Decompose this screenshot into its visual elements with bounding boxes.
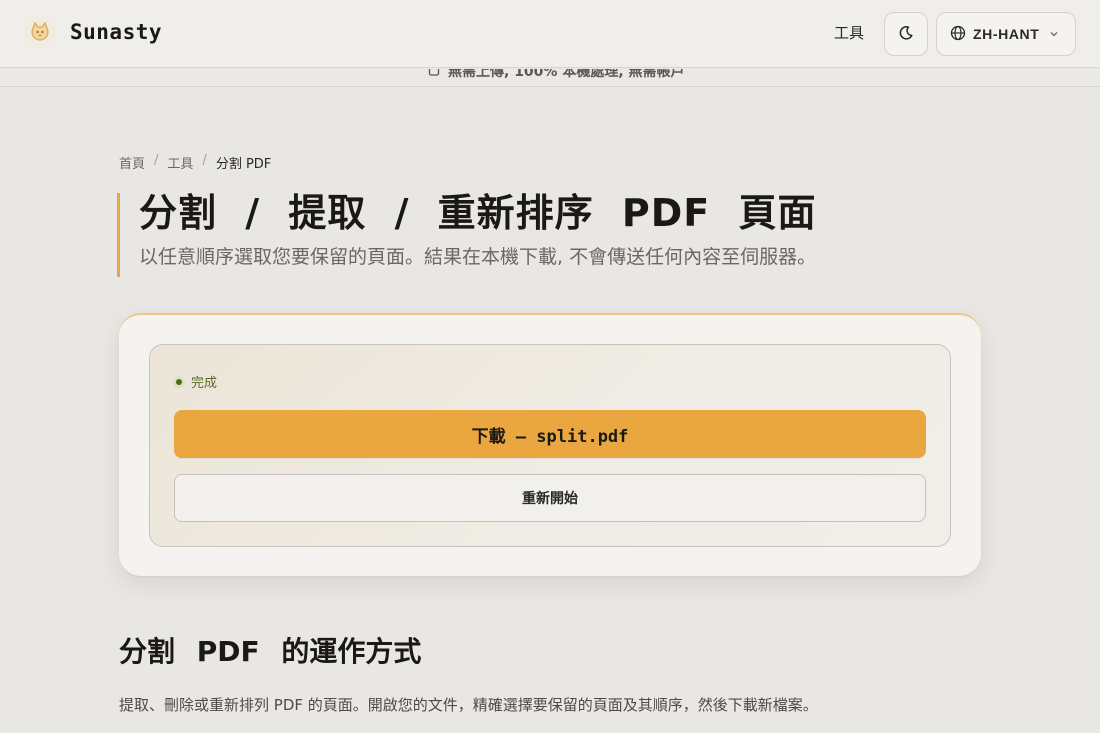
- globe-icon: [950, 25, 966, 44]
- breadcrumb-separator: /: [154, 153, 159, 168]
- status-label: 完成: [191, 376, 218, 391]
- section-text: 提取、刪除或重新排列 PDF 的頁面。開啟您的文件，精確選擇要保留的頁面及其順序…: [119, 696, 818, 714]
- result-card: 完成 下載 — split.pdf 重新開始: [119, 313, 981, 576]
- chevron-down-icon: [1049, 26, 1059, 42]
- status-badge: 完成: [173, 372, 217, 391]
- breadcrumb-current: 分割 PDF: [215, 157, 272, 172]
- restart-button[interactable]: 重新開始: [174, 474, 926, 522]
- site-header: Sunasty 工具 ZH-HANT: [0, 0, 1100, 68]
- lock-icon: [428, 69, 440, 80]
- page-title: 分割 / 提取 / 重新排序 PDF 頁面: [139, 191, 817, 235]
- section-title: 分割 PDF 的運作方式: [119, 635, 422, 668]
- breadcrumb-tools[interactable]: 工具: [167, 153, 193, 172]
- brand-name: Sunasty: [70, 20, 163, 44]
- breadcrumb-separator: /: [202, 153, 207, 168]
- page-subtitle: 以任意順序選取您要保留的頁面。結果在本機下載, 不會傳送任何內容至伺服器。: [139, 246, 817, 268]
- cat-logo-icon: [24, 16, 56, 48]
- title-block: 分割 / 提取 / 重新排序 PDF 頁面 以任意順序選取您要保留的頁面。結果在…: [117, 193, 817, 277]
- theme-toggle-button[interactable]: [884, 12, 928, 56]
- moon-icon: [898, 25, 914, 44]
- download-button[interactable]: 下載 — split.pdf: [174, 410, 926, 458]
- result-panel: 完成 下載 — split.pdf 重新開始: [149, 344, 951, 547]
- breadcrumb: 首頁 / 工具 / 分割 PDF: [119, 153, 271, 172]
- brand[interactable]: Sunasty: [24, 16, 162, 48]
- language-select[interactable]: ZH-HANT: [936, 12, 1076, 56]
- language-label: ZH-HANT: [973, 26, 1040, 42]
- breadcrumb-home[interactable]: 首頁: [119, 153, 145, 172]
- status-dot-icon: [173, 375, 185, 388]
- banner-text: 無需上傳, 100% 本機處理, 無需帳戶: [448, 69, 685, 80]
- nav-tools-link[interactable]: 工具: [834, 22, 864, 43]
- privacy-banner: 無需上傳, 100% 本機處理, 無需帳戶: [0, 69, 1100, 87]
